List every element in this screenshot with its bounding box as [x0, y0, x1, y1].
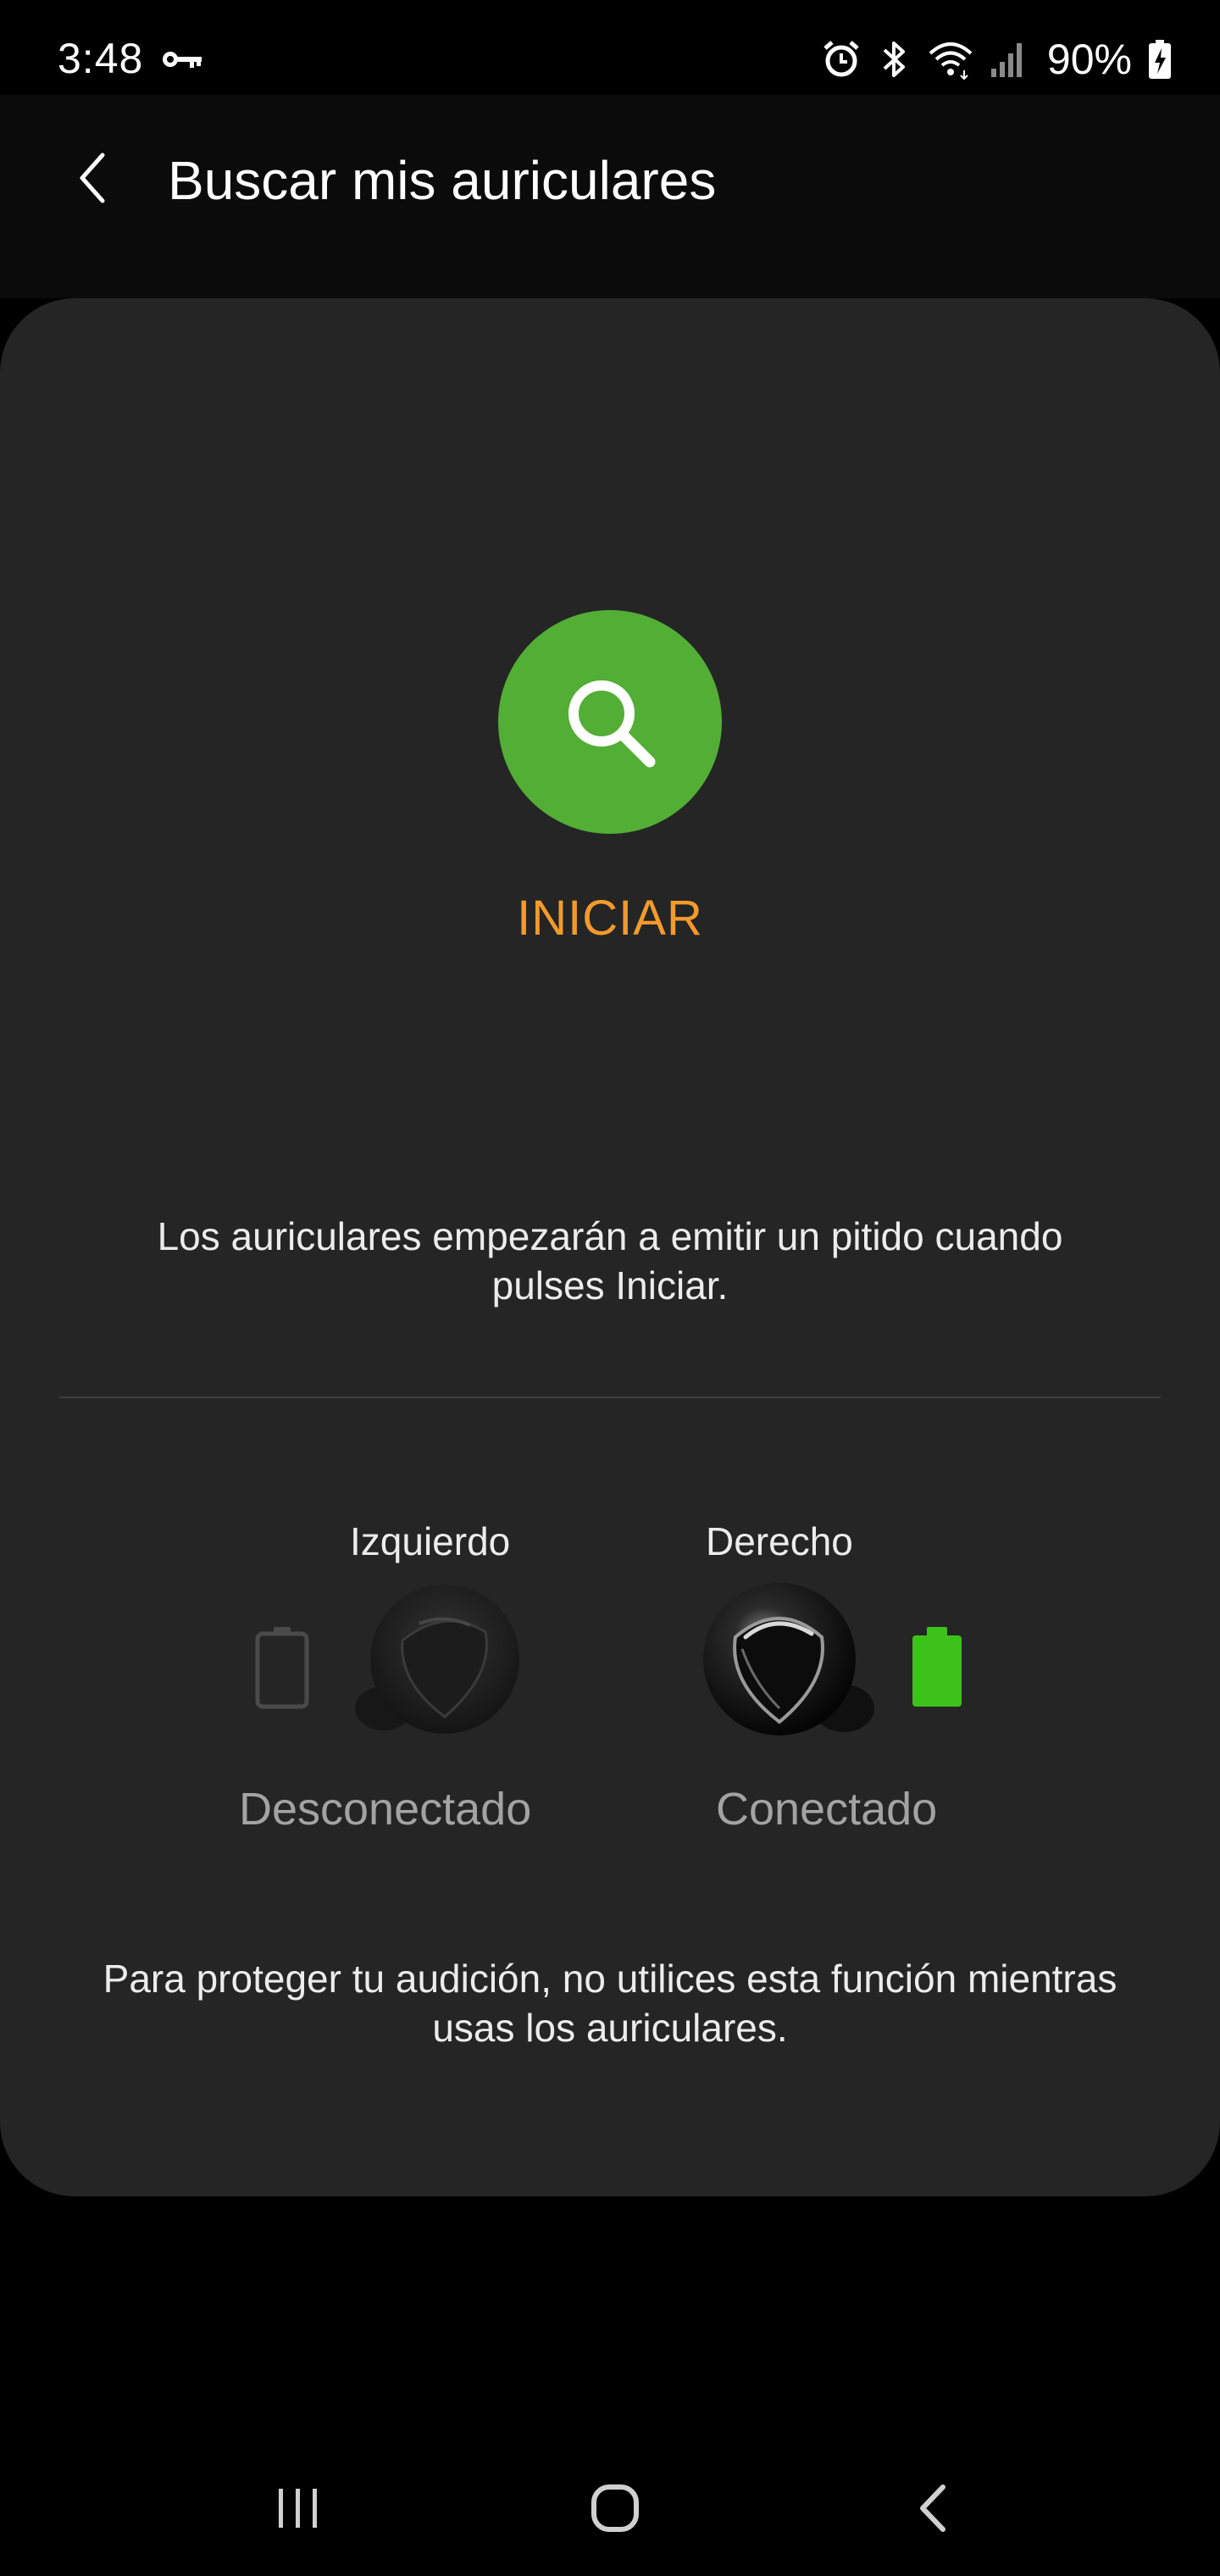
left-earbud-image — [355, 1585, 519, 1734]
navigation-bar — [0, 2440, 1220, 2576]
nav-back-button[interactable] — [883, 2466, 984, 2551]
battery-charging-icon — [1149, 40, 1171, 79]
alarm-icon — [824, 41, 859, 77]
find-earbuds-card: INICIAR Los auriculares empezarán a emit… — [0, 298, 1220, 2196]
right-earbud-label: Derecho — [706, 1519, 853, 1563]
page-title: Buscar mis auriculares — [168, 150, 717, 211]
divider — [59, 1396, 1161, 1398]
back-arrow-icon — [80, 153, 105, 203]
search-icon — [568, 680, 656, 768]
recents-button[interactable] — [247, 2466, 349, 2551]
back-button[interactable] — [59, 144, 127, 212]
bluetooth-icon — [883, 42, 905, 77]
start-button-label[interactable]: INICIAR — [0, 890, 1220, 947]
app-header: Buscar mis auriculares — [0, 95, 1220, 298]
signal-icon — [990, 43, 1022, 77]
right-earbud-status: Conectado — [716, 1784, 938, 1835]
recents-icon — [279, 2489, 317, 2528]
hearing-warning-text: Para proteger tu audición, no utilices e… — [103, 1957, 1117, 2050]
left-earbud-label: Izquierdo — [350, 1519, 511, 1563]
vpn-key-icon — [163, 52, 202, 68]
battery-percent: 90% — [1046, 36, 1132, 83]
battery-empty-icon — [255, 1627, 309, 1709]
info-text: Los auriculares empezarán a emitir un pi… — [157, 1214, 1063, 1307]
wifi-icon — [929, 42, 973, 80]
home-icon — [591, 2484, 639, 2532]
left-earbud-status: Desconectado — [239, 1784, 532, 1835]
home-button[interactable] — [564, 2466, 666, 2551]
status-icons: 90% — [820, 34, 1173, 85]
back-icon — [920, 2484, 946, 2532]
status-time: 3:48 — [58, 35, 144, 82]
status-bar: 3:48 90% — [0, 0, 1220, 110]
start-search-button[interactable] — [498, 610, 722, 834]
battery-full-icon — [912, 1627, 962, 1707]
right-earbud-image — [703, 1583, 874, 1735]
